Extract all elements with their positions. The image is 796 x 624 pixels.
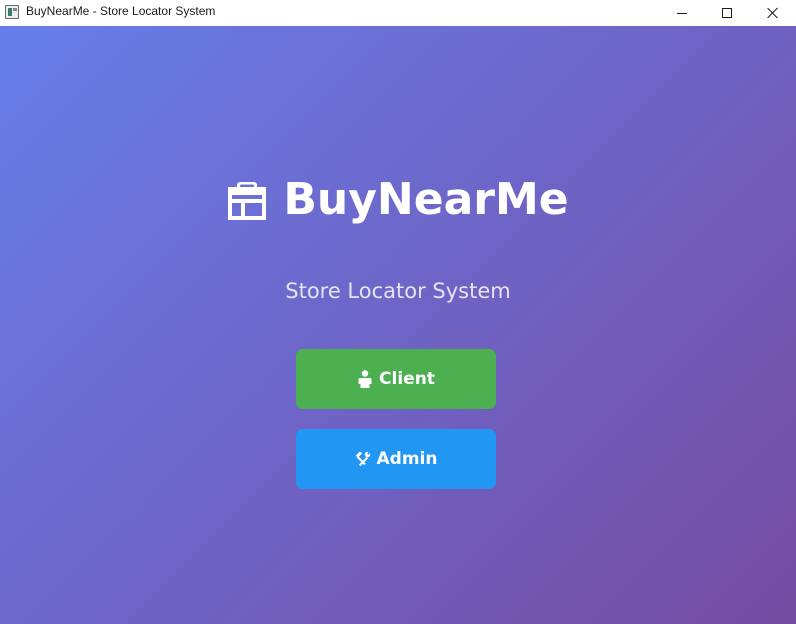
person-icon (358, 370, 372, 388)
app-title: BuyNearMe (283, 174, 569, 225)
window-title: BuyNearMe - Store Locator System (26, 4, 216, 18)
client-button-label: Client (379, 369, 435, 389)
maximize-button[interactable] (704, 0, 750, 26)
admin-button[interactable]: Admin (296, 429, 496, 489)
app-subtitle: Store Locator System (285, 279, 511, 303)
minimize-button[interactable] (659, 0, 705, 26)
close-icon (767, 7, 779, 19)
app-window: BuyNearMe - Store Locator System BuyNear… (0, 0, 796, 624)
app-icon (5, 5, 19, 19)
main-content: BuyNearMe Store Locator System Client Ad… (0, 26, 796, 624)
close-button[interactable] (750, 0, 796, 26)
maximize-icon (722, 8, 732, 18)
store-icon (228, 182, 267, 220)
client-button[interactable]: Client (296, 349, 496, 409)
admin-button-label: Admin (376, 449, 438, 469)
page-header: BuyNearMe (0, 174, 796, 226)
title-bar[interactable]: BuyNearMe - Store Locator System (0, 0, 796, 26)
minimize-icon (677, 12, 687, 14)
tools-icon (355, 451, 370, 467)
